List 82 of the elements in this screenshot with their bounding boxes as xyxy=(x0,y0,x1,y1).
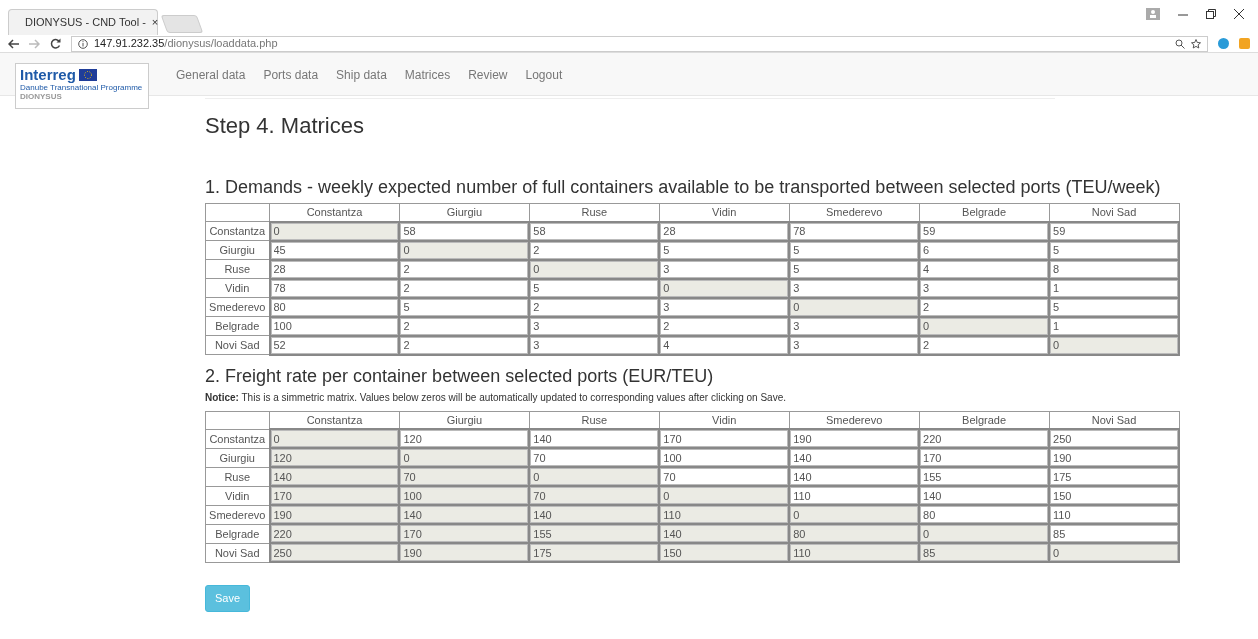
input-field[interactable]: 100 xyxy=(660,449,789,467)
input-field[interactable]: 59 xyxy=(920,222,1049,240)
column-header: Novi Sad xyxy=(1049,203,1179,222)
reload-icon[interactable] xyxy=(50,38,61,49)
input-field[interactable]: 140 xyxy=(790,449,919,467)
input-field[interactable]: 190 xyxy=(1050,449,1178,467)
input-field[interactable]: 150 xyxy=(1050,487,1178,505)
close-icon[interactable] xyxy=(1234,9,1244,19)
row-header: Constantza xyxy=(205,221,270,241)
column-header: Vidin xyxy=(659,203,790,222)
row-header: Giurgiu xyxy=(205,448,270,468)
input-field[interactable]: 250 xyxy=(1050,430,1178,448)
input-field[interactable]: 59 xyxy=(1050,222,1178,240)
page-title: Step 4. Matrices xyxy=(205,113,365,140)
input-field[interactable]: 220 xyxy=(920,430,1049,448)
input-field[interactable]: 80 xyxy=(920,506,1049,524)
input-field[interactable]: 170 xyxy=(660,430,789,448)
info-icon xyxy=(78,38,88,49)
input-field[interactable]: 170 xyxy=(920,449,1049,467)
row-header: Vidin xyxy=(205,278,270,298)
column-header: Novi Sad xyxy=(1049,411,1179,430)
input-field[interactable]: 190 xyxy=(790,430,919,448)
url-text: 147.91.232.35/dionysus/loaddata.php xyxy=(94,36,278,52)
browser-tab[interactable]: DIONYSUS - CND Tool - × xyxy=(8,9,158,35)
nav-link[interactable]: Review xyxy=(459,53,517,97)
notice-text: Notice: This is a simmetric matrix. Values below zeros will be automatically updated to corresponding values after clicking on Save. xyxy=(205,390,787,405)
star-icon[interactable] xyxy=(1191,38,1201,49)
input-field[interactable]: 78 xyxy=(790,222,919,240)
project-name: DIONYSUS xyxy=(20,92,63,101)
input-field[interactable]: 140 xyxy=(530,430,659,448)
row-header: Belgrade xyxy=(205,524,270,544)
nav-link[interactable]: Ship data xyxy=(327,53,396,97)
address-bar[interactable]: 147.91.232.35/dionysus/loaddata.php xyxy=(71,35,1208,52)
column-header: Ruse xyxy=(529,203,660,222)
column-header: Giurgiu xyxy=(399,203,530,222)
column-header: Belgrade xyxy=(919,203,1050,222)
column-header: Constantza xyxy=(269,203,400,222)
column-header: Vidin xyxy=(659,411,790,430)
nav-link[interactable]: Matrices xyxy=(395,53,460,97)
input-field[interactable]: 120 xyxy=(400,430,529,448)
input-field[interactable]: 140 xyxy=(920,487,1049,505)
column-header: Smederevo xyxy=(789,203,920,222)
column-header: Constantza xyxy=(269,411,400,430)
column-header: Ruse xyxy=(529,411,660,430)
nav-link[interactable]: Ports data xyxy=(254,53,328,97)
input-field[interactable]: 70 xyxy=(660,468,789,486)
nav-link[interactable]: General data xyxy=(167,53,255,97)
tab-title: DIONYSUS - CND Tool - xyxy=(25,15,146,31)
nav-link[interactable]: Logout xyxy=(516,53,572,97)
input-field[interactable]: 155 xyxy=(920,468,1049,486)
row-header: Novi Sad xyxy=(205,543,270,563)
input-field[interactable]: 28 xyxy=(660,222,789,240)
restore-icon[interactable] xyxy=(1206,9,1216,19)
tab-close-button[interactable]: × xyxy=(151,14,159,31)
row-header: Giurgiu xyxy=(205,240,270,260)
row-header: Ruse xyxy=(205,259,270,279)
input-field[interactable]: 110 xyxy=(1050,506,1178,524)
column-header: Belgrade xyxy=(919,411,1050,430)
logo[interactable]: Interreg Danube Transnational Programme DIONYSUS xyxy=(15,63,149,109)
input-field[interactable]: 140 xyxy=(790,468,919,486)
input-field[interactable]: 175 xyxy=(1050,468,1178,486)
section-heading: 2. Freight rate per container between selected ports (EUR/TEU) xyxy=(205,365,715,386)
zoom-icon[interactable] xyxy=(1175,38,1185,49)
input-field[interactable]: 110 xyxy=(790,487,919,505)
row-header: Constantza xyxy=(205,429,270,449)
input-field[interactable]: 58 xyxy=(530,222,659,240)
row-header: Smederevo xyxy=(205,505,270,525)
column-header: Giurgiu xyxy=(399,411,530,430)
input-field[interactable]: 70 xyxy=(530,449,659,467)
logo-text: Interreg xyxy=(20,67,76,83)
row-header: Novi Sad xyxy=(205,335,270,355)
input-field[interactable]: 85 xyxy=(1050,525,1178,543)
row-header: Belgrade xyxy=(205,316,270,336)
flag-icon xyxy=(78,69,97,81)
logo-subtitle: Danube Transnational Programme xyxy=(20,83,144,92)
back-icon[interactable] xyxy=(8,38,19,49)
section-heading: 1. Demands - weekly expected number of full containers available to be transported between selected ports (TEU/week) xyxy=(205,177,1162,198)
row-header: Ruse xyxy=(205,467,270,487)
input-field[interactable]: 58 xyxy=(400,222,529,240)
column-header: Smederevo xyxy=(789,411,920,430)
row-header: Vidin xyxy=(205,486,270,506)
row-header: Smederevo xyxy=(205,297,270,317)
